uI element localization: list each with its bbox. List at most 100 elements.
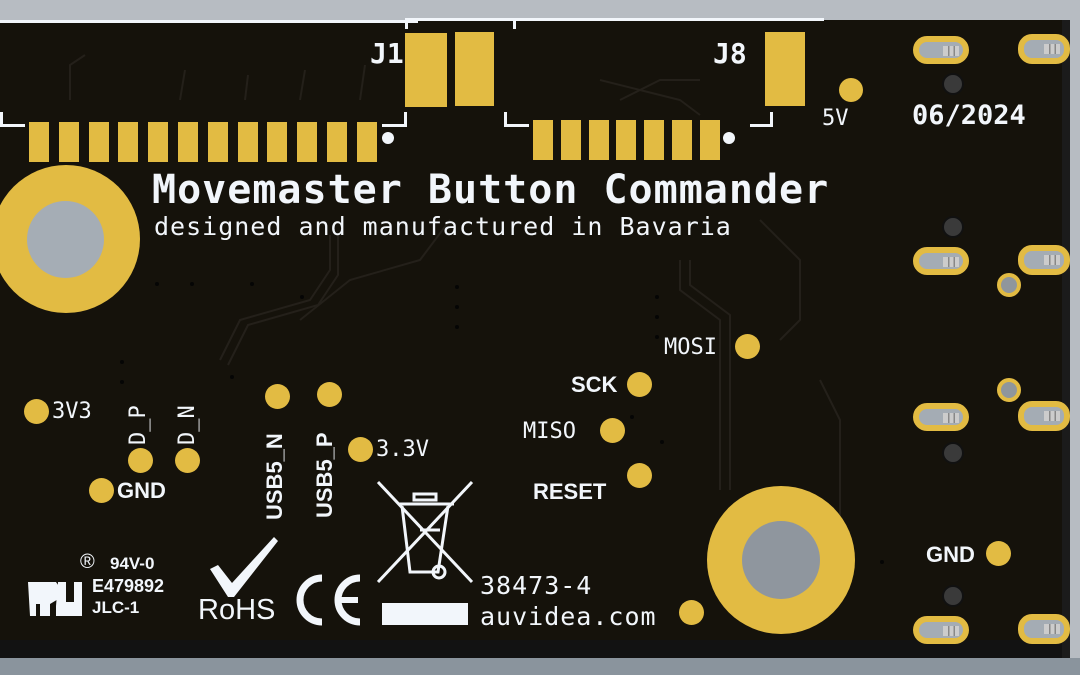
slot-pad-5[interactable] [913,403,969,431]
label-mosi: MOSI [664,335,717,360]
j1-mount-pad-2[interactable] [455,32,494,106]
slot-pad-6[interactable] [1018,401,1070,431]
label-3v3: 3V3 [52,399,92,424]
test-point-3-3v[interactable] [348,437,373,462]
test-point-gnd-right[interactable] [986,541,1011,566]
mounting-hole-right-drill [742,521,820,599]
label-sck: SCK [571,372,618,397]
website-label: auvidea.com [480,602,657,631]
via-right-1 [942,73,964,95]
j1-pin-6[interactable] [178,122,198,162]
label-usb5-p: USB5_P [312,432,337,518]
j1-pin-5[interactable] [148,122,169,162]
j8-pin-4[interactable] [616,120,637,160]
via [455,325,459,329]
j1-label: J1 [370,37,404,70]
test-point-miso[interactable] [600,418,625,443]
j8-pin-6[interactable] [672,120,692,160]
j8-label: J8 [713,37,747,70]
test-point-mosi[interactable] [735,334,760,359]
j1-pin-12[interactable] [356,122,377,162]
via [300,295,304,299]
j1-corner-right [382,112,407,127]
label-gnd-right: GND [926,542,975,567]
j8-outline [504,18,824,25]
j1-pin-7[interactable] [207,122,228,162]
j1-pin-2[interactable] [58,122,79,162]
j8-pin-3[interactable] [588,120,609,160]
j1-top-bracket [405,18,516,29]
label-5v: 5V [822,106,849,131]
checkmark-icon [210,537,278,597]
ce-mark-icon [296,574,361,626]
weee-bar [382,603,468,625]
j1-pin-11[interactable] [327,122,347,162]
board-edge-right [1062,20,1070,660]
ul-file-number: E479892 [92,576,165,596]
label-d-n: D_N [175,405,200,445]
j8-pin-5[interactable] [644,120,665,160]
test-point-sck[interactable] [627,372,652,397]
copper-traces [69,54,841,520]
via [155,282,159,286]
board-title: Movemaster Button Commander [152,167,830,213]
label-miso: MISO [523,419,576,444]
flammability-rating: 94V-0 [110,554,155,573]
board-subtitle: designed and manufactured in Bavaria [154,212,732,241]
test-point-3v3[interactable] [24,399,49,424]
via [190,282,194,286]
via [880,560,884,564]
j1-pin-4[interactable] [118,122,139,162]
j8-mount-pad[interactable] [765,32,805,106]
pcb-viewer-canvas[interactable]: J1 J8 5V 06/2024 Movemaster Button Comma… [0,0,1080,675]
test-point-gnd-left[interactable] [89,478,114,503]
label-d-p: D_P [126,405,151,445]
slot-pad-1[interactable] [913,36,969,64]
slot-pad-8[interactable] [1018,614,1070,644]
j1-pin-1[interactable] [29,122,49,162]
j8-pin-7[interactable] [699,120,720,160]
j8-corner-right [750,112,773,127]
slot-pad-2[interactable] [1018,34,1070,64]
test-point-reset[interactable] [627,463,652,488]
test-point-d-p[interactable] [128,448,153,473]
j1-pin1-marker [382,132,394,144]
test-point-d-n[interactable] [175,448,200,473]
via-right-2 [942,216,964,238]
part-number: 38473-4 [480,571,593,600]
j8-pin-1[interactable] [533,120,553,160]
slot-pad-7[interactable] [913,616,969,644]
rohs-label: RoHS [198,594,276,626]
via [655,295,659,299]
label-gnd-left: GND [117,478,166,503]
test-point-auvidea[interactable] [679,600,704,625]
via [455,305,459,309]
pcb-board[interactable] [0,20,1062,660]
via [655,335,659,339]
j8-pin-2[interactable] [560,120,581,160]
via [655,315,659,319]
small-drill-2[interactable] [997,378,1021,402]
slot-pad-3[interactable] [913,247,969,275]
j8-corner-left [504,112,529,127]
test-point-5v[interactable] [839,78,863,102]
crossed-bin-icon [376,480,474,584]
j8-pin1-marker [723,132,735,144]
board-edge [0,640,1062,658]
via [250,282,254,286]
via [230,375,234,379]
j1-pin-3[interactable] [88,122,109,162]
via-right-3 [942,442,964,464]
ul-recognized-icon [28,582,82,616]
j1-mount-pad-1[interactable] [405,33,447,107]
j1-pin-10[interactable] [297,122,318,162]
j1-pin-9[interactable] [267,122,288,162]
via [660,440,664,444]
j1-corner-left [0,112,25,127]
test-point-usb5-n[interactable] [265,384,290,409]
manufacturer-code: JLC-1 [92,598,140,617]
slot-pad-4[interactable] [1018,245,1070,275]
test-point-usb5-p[interactable] [317,382,342,407]
small-drill-1[interactable] [997,273,1021,297]
j1-pin-8[interactable] [237,122,258,162]
